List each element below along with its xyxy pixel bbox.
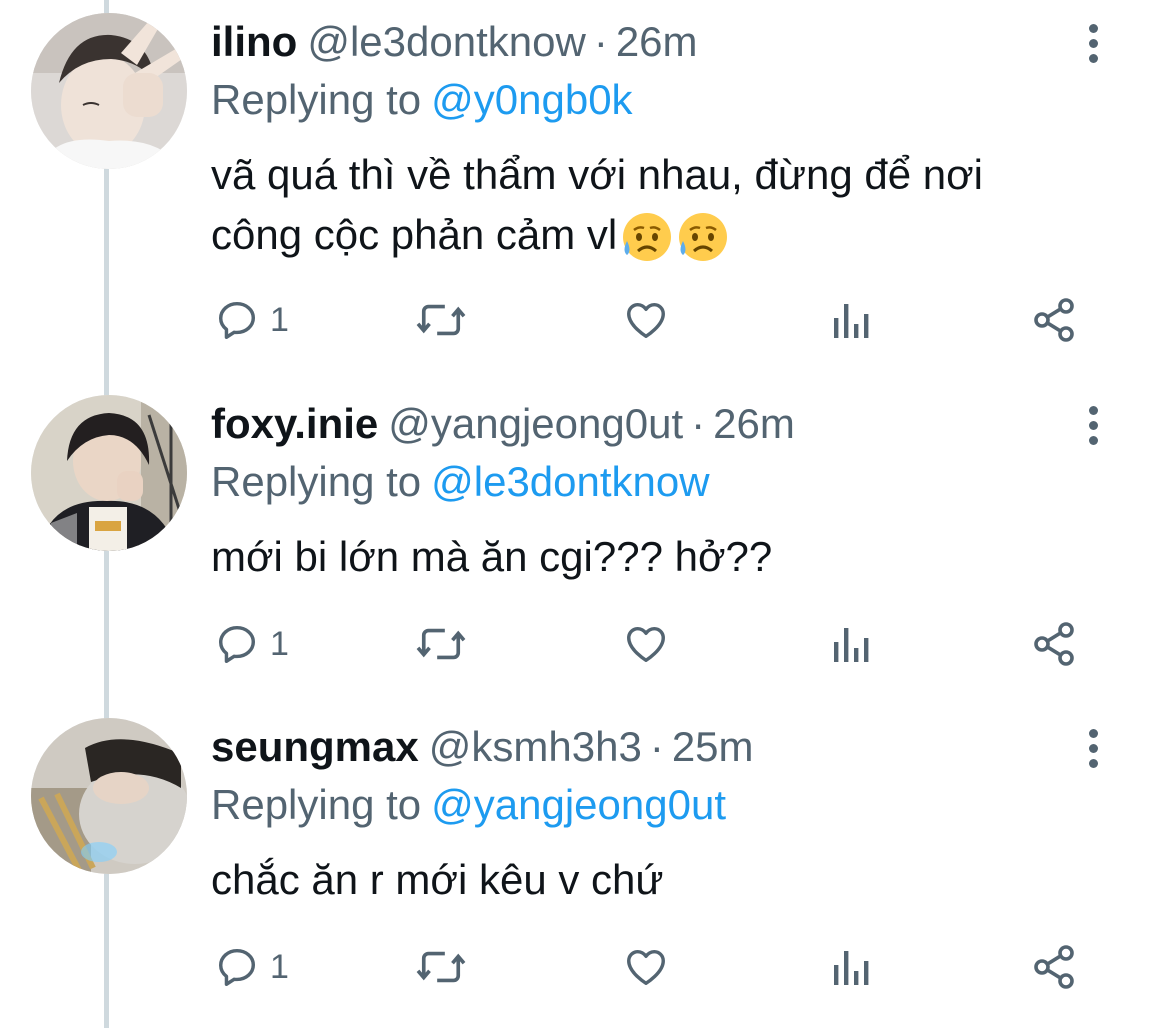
tweet-text-line: vã quá thì về thẩm với nhau, đừng để nơi: [211, 151, 983, 198]
timestamp[interactable]: 25m: [672, 723, 754, 770]
action-bar: 1: [0, 290, 1152, 350]
share-icon: [1034, 298, 1074, 342]
replying-to-label: Replying to: [211, 781, 422, 828]
reply-button[interactable]: 1: [214, 614, 289, 674]
analytics-icon: [834, 304, 869, 338]
share-button[interactable]: [1030, 937, 1078, 997]
retweet-icon: [416, 628, 466, 660]
separator: ·: [691, 400, 706, 447]
tweet-text: chắc ăn r mới kêu v chứ: [211, 850, 1111, 910]
reply-count: 1: [270, 947, 289, 986]
user-handle[interactable]: @le3dontknow: [307, 18, 585, 65]
tweet-header: ilino @le3dontknow · 26m: [211, 17, 698, 67]
replying-to: Replying to @le3dontknow: [211, 457, 710, 507]
like-button[interactable]: [622, 614, 670, 674]
more-options-icon[interactable]: [1086, 727, 1100, 769]
reply-count: 1: [270, 624, 289, 663]
tweet-text: mới bi lớn mà ăn cgi??? hở??: [211, 527, 1111, 587]
replying-to-label: Replying to: [211, 458, 422, 505]
retweet-icon: [416, 304, 466, 336]
retweet-button[interactable]: [414, 290, 468, 350]
tweet-text-line: mới bi lớn mà ăn cgi??? hở??: [211, 533, 773, 580]
replying-to-label: Replying to: [211, 76, 422, 123]
heart-icon: [627, 302, 665, 339]
separator: ·: [649, 723, 664, 770]
separator: ·: [593, 18, 608, 65]
share-button[interactable]: [1030, 614, 1078, 674]
avatar[interactable]: [31, 395, 187, 551]
replying-to: Replying to @y0ngb0k: [211, 75, 633, 125]
sad-but-relieved-face-icon: [679, 213, 728, 261]
heart-icon: [627, 949, 665, 986]
replying-to-mention[interactable]: @le3dontknow: [431, 458, 709, 505]
display-name[interactable]: foxy.inie: [211, 400, 378, 447]
retweet-button[interactable]: [414, 614, 468, 674]
retweet-icon: [416, 951, 466, 983]
sad-but-relieved-face-icon: [623, 213, 672, 261]
reply-icon: [218, 948, 256, 986]
reply-button[interactable]: 1: [214, 937, 289, 997]
tweet-text: vã quá thì về thẩm với nhau, đừng để nơi…: [211, 145, 1111, 279]
timestamp[interactable]: 26m: [713, 400, 795, 447]
tweet-header: seungmax @ksmh3h3 · 25m: [211, 722, 754, 772]
tweet-text-fragment: công cộc phản cảm vl: [211, 211, 618, 258]
user-handle[interactable]: @ksmh3h3: [429, 723, 642, 770]
tweet[interactable]: seungmax @ksmh3h3 · 25m Replying to @yangjeo…: [0, 705, 1152, 1028]
replying-to-mention[interactable]: @y0ngb0k: [431, 76, 632, 123]
tweet[interactable]: ilino @le3dontknow · 26m Replying to @y0ngb0…: [0, 0, 1152, 375]
more-options-icon[interactable]: [1086, 22, 1100, 64]
reply-icon: [218, 625, 256, 663]
heart-icon: [627, 626, 665, 663]
tweet-text-line: chắc ăn r mới kêu v chứ: [211, 856, 664, 903]
emoji-group: [619, 211, 731, 279]
like-button[interactable]: [622, 937, 670, 997]
timestamp[interactable]: 26m: [616, 18, 698, 65]
share-icon: [1034, 622, 1074, 666]
share-icon: [1034, 945, 1074, 989]
retweet-button[interactable]: [414, 937, 468, 997]
analytics-icon: [834, 951, 869, 985]
user-handle[interactable]: @yangjeong0ut: [388, 400, 683, 447]
like-button[interactable]: [622, 290, 670, 350]
analytics-button[interactable]: [830, 290, 870, 350]
avatar[interactable]: [31, 13, 187, 169]
replying-to-mention[interactable]: @yangjeong0ut: [431, 781, 726, 828]
analytics-button[interactable]: [830, 937, 870, 997]
analytics-icon: [834, 628, 869, 662]
tweet-text-line: công cộc phản cảm vl: [211, 205, 1111, 279]
reply-button[interactable]: 1: [214, 290, 289, 350]
tweet-header: foxy.inie @yangjeong0ut · 26m: [211, 399, 795, 449]
display-name[interactable]: seungmax: [211, 723, 419, 770]
share-button[interactable]: [1030, 290, 1078, 350]
action-bar: 1: [0, 937, 1152, 997]
action-bar: 1: [0, 614, 1152, 674]
display-name[interactable]: ilino: [211, 18, 297, 65]
replying-to: Replying to @yangjeong0ut: [211, 780, 726, 830]
tweet[interactable]: foxy.inie @yangjeong0ut · 26m Replying to @l…: [0, 382, 1152, 702]
reply-icon: [218, 301, 256, 339]
avatar[interactable]: [31, 718, 187, 874]
more-options-icon[interactable]: [1086, 404, 1100, 446]
analytics-button[interactable]: [830, 614, 870, 674]
reply-count: 1: [270, 300, 289, 339]
